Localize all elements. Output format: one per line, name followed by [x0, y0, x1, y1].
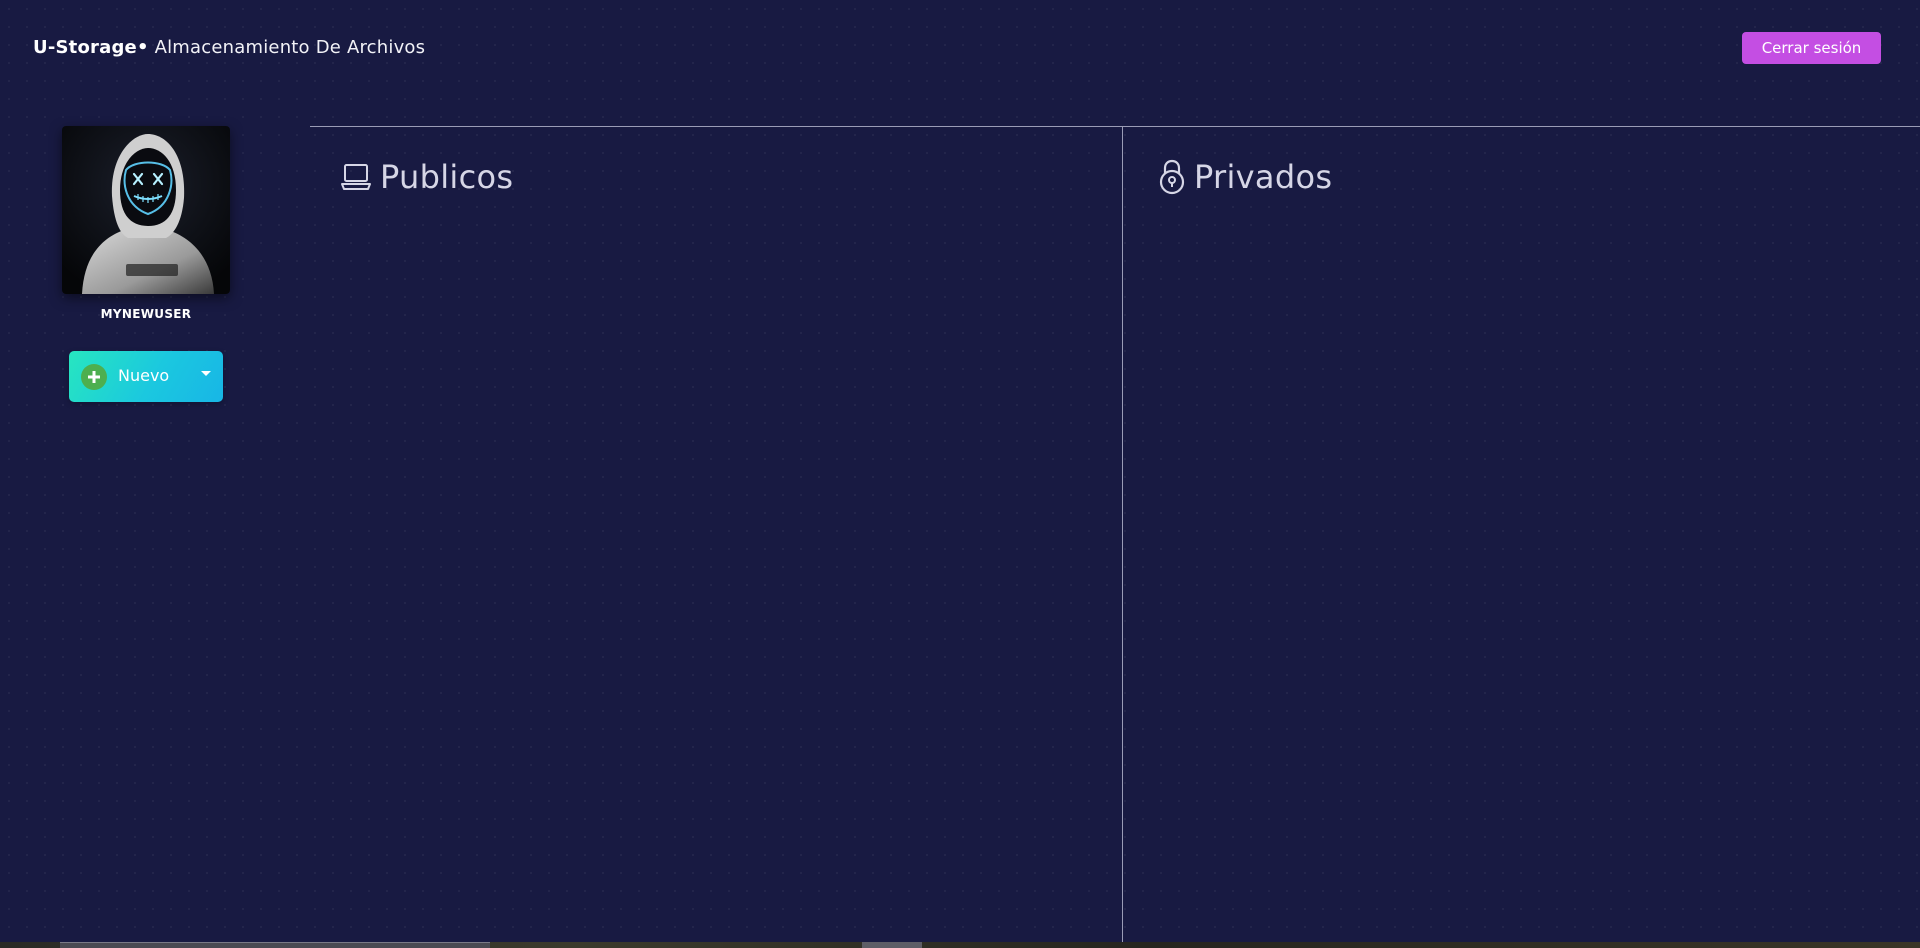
private-panel-title: Privados [1194, 158, 1333, 196]
new-button-label: Nuevo [118, 366, 170, 385]
private-panel-header: Privados [1158, 158, 1332, 196]
logout-button[interactable]: Cerrar sesión [1742, 32, 1881, 64]
brand-name: U-Storage [33, 37, 137, 58]
app-brand[interactable]: U-Storage• Almacenamiento De Archivos [33, 37, 425, 58]
plus-circle-icon [81, 364, 107, 390]
taskbar-edge [0, 942, 1920, 948]
caret-down-icon[interactable] [201, 371, 211, 376]
padlock-icon [1159, 159, 1185, 195]
public-panel-title: Publicos [380, 158, 514, 196]
public-panel-header: Publicos [340, 158, 513, 196]
taskbar-window-tab[interactable] [60, 942, 490, 948]
taskbar-item[interactable] [862, 942, 922, 948]
username: MYNEWUSER [100, 307, 192, 321]
hooded-figure-avatar-image [62, 126, 230, 294]
avatar [62, 126, 230, 294]
brand-tagline: Almacenamiento De Archivos [154, 37, 426, 58]
panels-vertical-divider [1122, 126, 1123, 942]
new-button[interactable]: Nuevo [69, 351, 223, 402]
top-bar: U-Storage• Almacenamiento De Archivos Ce… [0, 0, 1920, 96]
brand-separator: • [136, 37, 149, 58]
panels-top-divider [310, 126, 1920, 127]
laptop-icon [341, 164, 371, 190]
